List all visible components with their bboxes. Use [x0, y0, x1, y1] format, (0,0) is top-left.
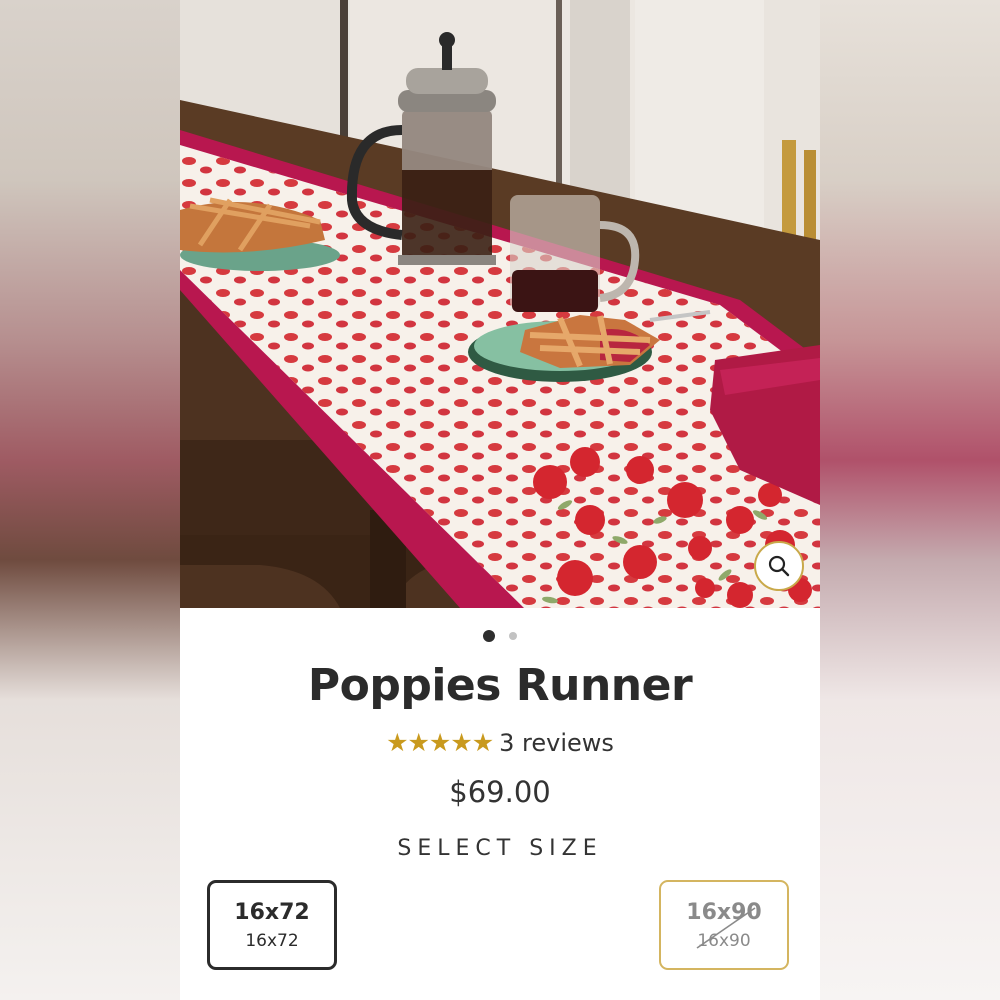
product-photo-illustration [180, 0, 820, 608]
zoom-button[interactable] [754, 541, 804, 591]
image-pagination [180, 628, 820, 644]
star-rating-icon: ★★★★★ [386, 729, 494, 757]
product-title: Poppies Runner [307, 660, 693, 711]
search-icon [768, 555, 790, 577]
size-option-label: 16x72 [234, 899, 310, 925]
pagination-dot-active[interactable] [483, 630, 495, 642]
size-option-16x72[interactable]: 16x72 16x72 [207, 880, 337, 970]
blurred-backdrop-left [0, 0, 180, 1000]
reviews-link[interactable]: 3 reviews [499, 729, 614, 757]
rating-row[interactable]: ★★★★★ 3 reviews [180, 728, 820, 758]
product-price: $69.00 [449, 775, 551, 809]
blurred-backdrop-right [820, 0, 1000, 1000]
select-size-heading: SELECT SIZE [397, 836, 603, 861]
size-option-sublabel: 16x72 [245, 930, 299, 951]
product-card: Poppies Runner ★★★★★ 3 reviews $69.00 SE… [180, 0, 820, 1000]
size-option-label: 16x90 [686, 899, 762, 925]
pagination-dot[interactable] [509, 632, 517, 640]
product-image[interactable] [180, 0, 820, 608]
size-option-16x90[interactable]: 16x90 16x90 [659, 880, 789, 970]
size-option-sublabel: 16x90 [697, 930, 751, 951]
